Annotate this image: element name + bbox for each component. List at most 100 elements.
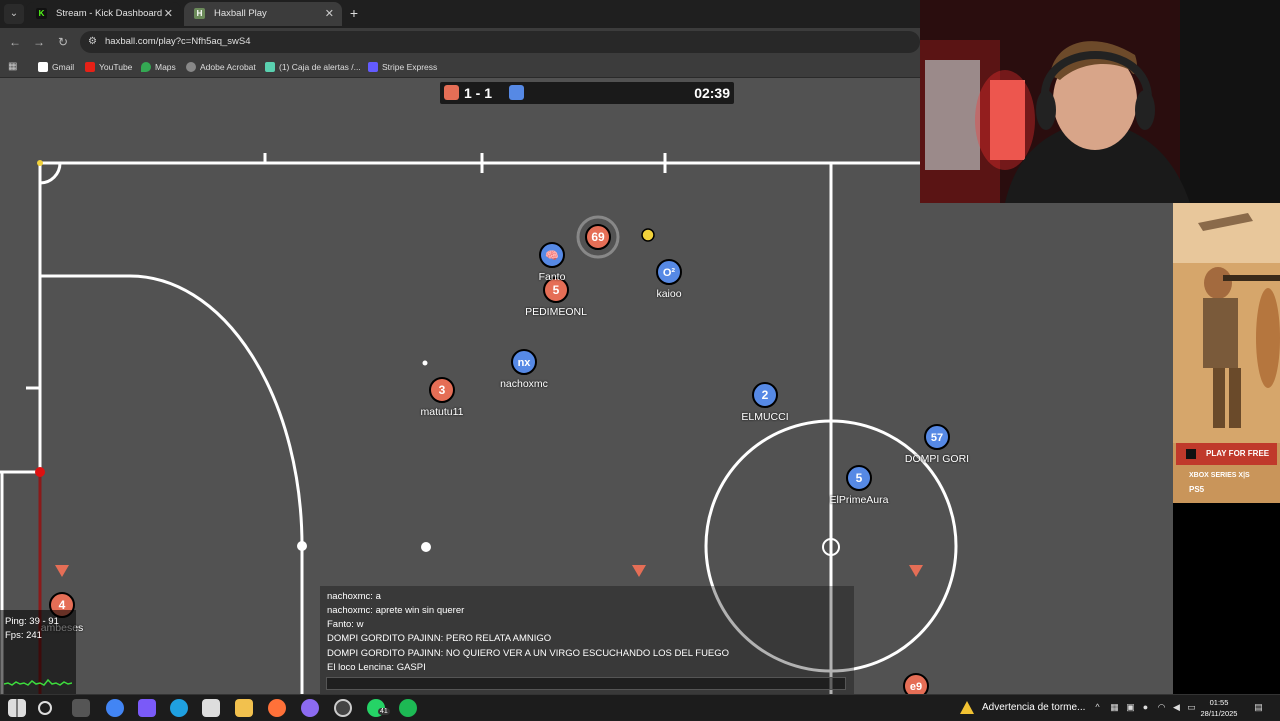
youtube-icon: [85, 62, 95, 72]
app-icon[interactable]: [301, 699, 319, 717]
search-icon[interactable]: [38, 701, 52, 715]
ad-artwork: [1173, 203, 1280, 443]
player-name: ElPrimeAura: [829, 494, 889, 506]
play-for-free-button[interactable]: PLAY FOR FREE: [1176, 443, 1277, 465]
scoreboard: 1 - 1 02:39: [440, 82, 734, 104]
volume-icon[interactable]: ◀: [1171, 702, 1182, 713]
ps5-platform-label: PS5: [1189, 485, 1205, 494]
ping-readout: Ping: 39 - 91: [5, 616, 59, 627]
chrome-icon[interactable]: [106, 699, 124, 717]
microphone-icon[interactable]: ●: [1140, 702, 1151, 713]
tab-search-icon[interactable]: ⌄: [4, 4, 24, 24]
address-bar[interactable]: ⚙ haxball.com/play?c=Nfh5aq_swS4: [80, 31, 920, 53]
player-avatar: 🧠: [545, 249, 559, 262]
chat-message: DOMPI GORDITO PAJINN: NO QUIERO VER A UN…: [327, 648, 730, 659]
player-name: matutu11: [420, 406, 464, 418]
player-name: kaioo: [656, 288, 682, 300]
score: 1 - 1: [464, 85, 493, 101]
player-avatar: 5: [856, 471, 863, 485]
back-icon[interactable]: ←: [6, 33, 24, 51]
tab-haxball-play[interactable]: H Haxball Play ✕: [184, 2, 342, 26]
bookmark-youtube[interactable]: YouTube: [85, 56, 132, 78]
whatsapp-badge: 41: [378, 708, 390, 715]
task-view-icon[interactable]: [72, 699, 90, 717]
tab-kick-dashboard[interactable]: K Stream - Kick Dashboard ✕: [26, 2, 181, 26]
player-avatar: 5: [553, 283, 560, 297]
copilot-icon[interactable]: [138, 699, 156, 717]
blue-team-indicator: [509, 85, 524, 100]
apps-grid-icon[interactable]: ▦: [8, 61, 20, 73]
google-icon: [38, 62, 48, 72]
bookmark-adobe-acrobat[interactable]: Adobe Acrobat: [186, 56, 256, 78]
bookmark-label: Gmail: [52, 62, 75, 72]
player-disc: 5: [846, 465, 872, 491]
clock-date: 28/11/2025: [1200, 709, 1238, 718]
taskbar-clock[interactable]: 01:55 28/11/2025: [1198, 697, 1240, 719]
url-text: haxball.com/play?c=Nfh5aq_swS4: [105, 36, 251, 47]
haxball-icon: H: [194, 8, 205, 19]
player-avatar: 69: [591, 230, 605, 244]
site-info-icon[interactable]: ⚙: [88, 35, 100, 48]
display-icon[interactable]: ▣: [1125, 702, 1136, 713]
bookmark-label: Adobe Acrobat: [200, 62, 256, 72]
bookmark-stripe-express[interactable]: Stripe Express: [368, 56, 437, 78]
ad-placeholder: [1173, 503, 1280, 694]
warning-icon: [960, 701, 974, 714]
bookmark-maps[interactable]: Maps: [141, 56, 176, 78]
chat-input[interactable]: [326, 677, 846, 690]
kickoff-marker-icon: [909, 565, 923, 577]
edge-icon[interactable]: [170, 699, 188, 717]
match-timer: 02:39: [694, 85, 730, 101]
bookmark-label: YouTube: [99, 62, 133, 72]
game-advertisement[interactable]: PLAY FOR FREE XBOX SERIES X|S PS5: [1173, 203, 1280, 503]
kick-icon: K: [36, 8, 47, 19]
firefox-icon[interactable]: [268, 699, 286, 717]
webcam-overlay: [920, 0, 1280, 203]
webcam-feed: [920, 0, 1280, 203]
bookmarks-bar: ▦ Gmail YouTube Maps Adobe Acrobat (1) C…: [0, 56, 920, 78]
notifications-icon[interactable]: ▤: [1253, 702, 1264, 713]
close-icon[interactable]: ✕: [325, 2, 334, 26]
windows-taskbar: 41 Advertencia de torme... ^ ▦ ▣ ● ◠ ◀ ▭…: [0, 694, 1280, 720]
player-avatar: 2: [762, 388, 769, 402]
goal-post: [35, 467, 45, 477]
player-disc: 3: [429, 377, 455, 403]
kickoff-marker-icon: [632, 565, 646, 577]
obs-icon[interactable]: [334, 699, 352, 717]
tab-title: Haxball Play: [214, 8, 267, 19]
field-marker: [421, 542, 431, 552]
bookmark-label: Maps: [155, 62, 176, 72]
wifi-icon[interactable]: ◠: [1156, 702, 1167, 713]
player-avatar: e9: [910, 681, 922, 693]
close-icon[interactable]: ✕: [164, 2, 173, 26]
field-marker: [422, 360, 428, 366]
chevron-up-icon[interactable]: ^: [1092, 702, 1103, 713]
spotify-icon[interactable]: [399, 699, 417, 717]
new-tab-button[interactable]: +: [346, 4, 362, 22]
field-marker: [297, 541, 307, 551]
player-name: PEDIMEONL: [525, 306, 587, 318]
player-disc: 🧠: [539, 242, 565, 268]
battery-icon[interactable]: ▭: [1186, 702, 1197, 713]
player-disc: 57: [924, 424, 950, 450]
player-disc: O²: [656, 259, 682, 285]
stripe-icon: [368, 62, 378, 72]
bookmark-gmail[interactable]: Gmail: [38, 56, 74, 78]
store-icon[interactable]: [202, 699, 220, 717]
player-avatar: nx: [518, 357, 532, 369]
player-name: ELMUCCI: [741, 411, 789, 423]
windows-start-icon[interactable]: [8, 699, 26, 717]
browser-toolbar: ← → ↻ ⚙ haxball.com/play?c=Nfh5aq_swS4: [0, 28, 920, 56]
network-icon[interactable]: ▦: [1109, 702, 1120, 713]
reload-icon[interactable]: ↻: [54, 33, 72, 51]
forward-icon[interactable]: →: [30, 33, 48, 51]
chat-message: El loco Lencina: GASPI: [327, 662, 426, 673]
chat-message: nachoxmc: a: [327, 591, 381, 602]
player-name: Fanto: [538, 271, 566, 283]
player-name: DOMPI GORI: [904, 453, 970, 465]
ball: [641, 228, 655, 242]
bookmark-alertas[interactable]: (1) Caja de alertas /...: [265, 56, 361, 78]
player-avatar: 3: [439, 383, 446, 397]
file-explorer-icon[interactable]: [235, 699, 253, 717]
weather-widget[interactable]: Advertencia de torme...: [960, 695, 1085, 721]
